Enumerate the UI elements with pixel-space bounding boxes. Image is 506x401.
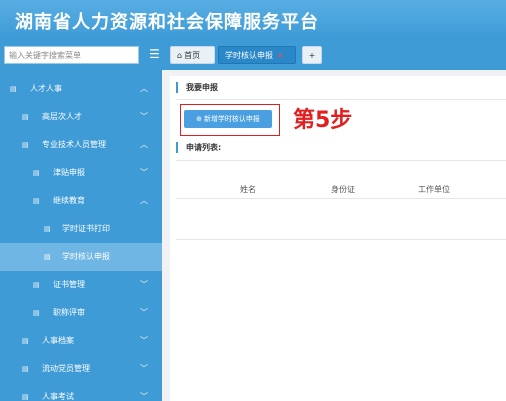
close-icon[interactable]: × [277,51,284,60]
home-icon: ⌂ [177,51,183,60]
tab-hours-declaration[interactable]: 学时核认申报 × [218,46,296,64]
sidebar-item-label: 人事档案 [42,336,74,345]
doc-icon: ▤ [33,309,40,317]
section-title-declare: 我要申报 [176,82,218,93]
chevron-up-icon: ︿ [140,84,148,93]
sidebar-item-high-level-talent[interactable]: ▤ 高层次人才 ﹀ [0,103,162,131]
chevron-down-icon: ﹀ [140,280,148,289]
sidebar-item-personnel-files[interactable]: ▤ 人事档案 ﹀ [0,327,162,355]
top-toolbar: ☰ ⌂首页 学时核认申报 × + [0,40,506,70]
add-hours-declaration-label: 新增学时核认申报 [203,115,260,123]
add-hours-declaration-button[interactable]: ⊕ 新增学时核认申报 [184,110,272,128]
sidebar-item-label: 津贴申报 [53,168,85,177]
doc-icon: ▤ [22,113,29,121]
sidebar-item-talent-personnel[interactable]: ▤ 人才人事 ︿ [0,75,162,103]
doc-icon: ▤ [22,337,29,345]
sidebar-item-hours-declaration[interactable]: ▤ 学时核认申报 [0,243,162,271]
sidebar-item-personnel-exam[interactable]: ▤ 人事考试 ﹀ [0,383,162,401]
chevron-down-icon: ﹀ [140,336,148,345]
sidebar-item-label: 学时核认申报 [62,252,110,261]
sidebar-item-label: 高层次人才 [42,112,82,121]
app-header: 湖南省人力资源和社会保障服务平台 [0,0,506,40]
chevron-down-icon: ﹀ [140,112,148,121]
doc-icon: ▤ [10,85,17,93]
tab-home[interactable]: ⌂ 首页 [170,46,215,64]
plus-circle-icon: ⊕ [196,115,202,123]
sidebar-item-certificate-management[interactable]: ▤ 证书管理 ﹀ [0,271,162,299]
tab-hours-declaration-label: 学时核认申报 [225,51,273,60]
doc-icon: ▤ [33,169,40,177]
doc-icon: ▤ [33,281,40,289]
table-bottom-divider [176,239,506,240]
table-header-divider [176,198,506,199]
app-title: 湖南省人力资源和社会保障服务平台 [15,12,319,33]
chevron-down-icon: ﹀ [140,364,148,373]
divider [176,99,506,100]
column-header-id-card: 身份证 [331,185,355,194]
sidebar-item-label: 学时证书打印 [62,224,110,233]
sidebar-item-label: 继续教育 [53,196,85,205]
step-annotation: 第5步 [293,108,353,133]
doc-icon: ▤ [22,365,29,373]
chevron-down-icon: ﹀ [140,308,148,317]
sidebar-item-label: 人事考试 [42,392,74,401]
doc-icon: ▤ [44,225,51,233]
menu-search-input[interactable] [4,46,139,64]
sidebar-item-party-members[interactable]: ▤ 流动党员管理 ﹀ [0,355,162,383]
sidebar-item-label: 专业技术人员管理 [42,140,106,149]
divider [176,160,506,161]
tab-home-label: 首页 [184,51,201,60]
chevron-down-icon: ﹀ [140,168,148,177]
doc-icon: ▤ [44,253,51,261]
sidebar-item-label: 证书管理 [53,280,85,289]
sidebar-item-allowance[interactable]: ▤ 津贴申报 ﹀ [0,159,162,187]
sidebar-item-title-evaluation[interactable]: ▤ 职称评审 ﹀ [0,299,162,327]
sidebar-item-label: 人才人事 [30,84,62,93]
add-tab-button[interactable]: + [302,46,322,64]
sidebar-item-certificate-print[interactable]: ▤ 学时证书打印 [0,215,162,243]
chevron-up-icon: ︿ [140,140,148,149]
sidebar: ▤ 人才人事 ︿ ▤ 高层次人才 ﹀ ▤ 专业技术人员管理 ︿ ▤ 津贴申报 ﹀… [0,70,162,401]
sidebar-item-professional-tech[interactable]: ▤ 专业技术人员管理 ︿ [0,131,162,159]
menu-toggle-icon[interactable]: ☰ [149,47,161,61]
chevron-down-icon: ﹀ [140,392,148,401]
sidebar-item-continuing-education[interactable]: ▤ 继续教育 ︿ [0,187,162,215]
column-header-employer: 工作单位 [418,185,450,194]
section-title-application-list: 申请列表: [176,142,221,153]
doc-icon: ▤ [22,141,29,149]
sidebar-item-label: 职称评审 [53,308,85,317]
doc-icon: ▤ [22,393,29,401]
chevron-up-icon: ︿ [140,196,148,205]
column-header-name: 姓名 [240,185,256,194]
doc-icon: ▤ [33,197,40,205]
sidebar-item-label: 流动党员管理 [42,364,90,373]
